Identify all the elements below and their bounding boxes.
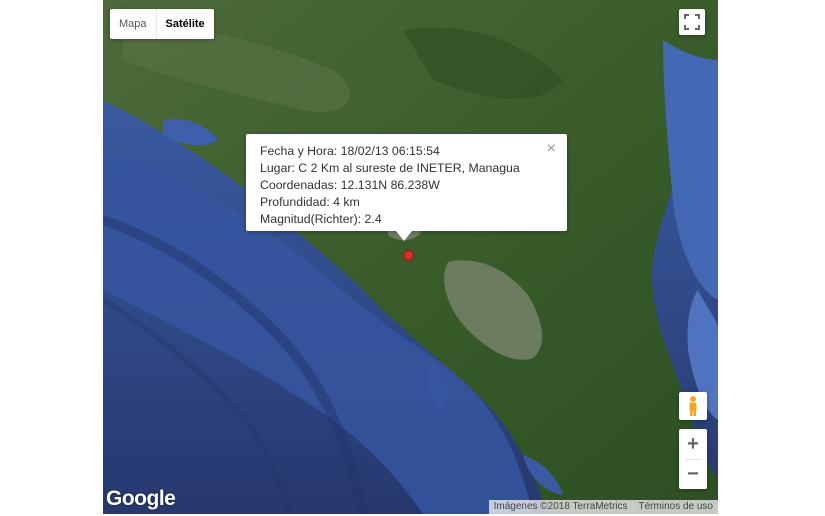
info-lugar: Lugar: C 2 Km al sureste de INETER, Mana… xyxy=(260,161,520,175)
close-icon[interactable]: × xyxy=(547,141,556,157)
street-view-pegman-button[interactable] xyxy=(679,392,707,420)
fullscreen-button[interactable] xyxy=(679,9,705,35)
imagery-credit: Imágenes ©2018 TerraMetrics xyxy=(493,501,628,512)
earthquake-info-window: Fecha y Hora: 18/02/13 06:15:54 Lugar: C… xyxy=(246,134,567,241)
info-window-tail xyxy=(396,231,412,241)
satellite-map[interactable]: Mapa Satélite Fecha y Hora: 18/02/13 06:… xyxy=(103,0,718,514)
map-type-satellite-button[interactable]: Satélite xyxy=(157,9,214,39)
map-type-mapa-button[interactable]: Mapa xyxy=(110,9,157,39)
zoom-divider xyxy=(685,459,701,460)
pegman-icon xyxy=(689,396,697,416)
info-profundidad: Profundidad: 4 km xyxy=(260,195,360,209)
map-marker-icon[interactable] xyxy=(403,250,414,261)
zoom-out-button[interactable]: − xyxy=(679,459,707,489)
terms-of-use-link[interactable]: Términos de uso xyxy=(632,500,718,514)
info-magnitud: Magnitud(Richter): 2.4 xyxy=(260,212,382,226)
map-attribution: Imágenes ©2018 TerraMetrics Términos de … xyxy=(488,500,718,514)
zoom-in-button[interactable]: + xyxy=(679,429,707,459)
info-fecha-hora: Fecha y Hora: 18/02/13 06:15:54 xyxy=(260,144,440,158)
zoom-control: + − xyxy=(679,429,707,489)
fullscreen-icon xyxy=(684,14,700,30)
google-logo[interactable]: Google xyxy=(106,487,176,511)
map-type-control: Mapa Satélite xyxy=(110,9,214,39)
info-coordenadas: Coordenadas: 12.131N 86.238W xyxy=(260,178,440,192)
